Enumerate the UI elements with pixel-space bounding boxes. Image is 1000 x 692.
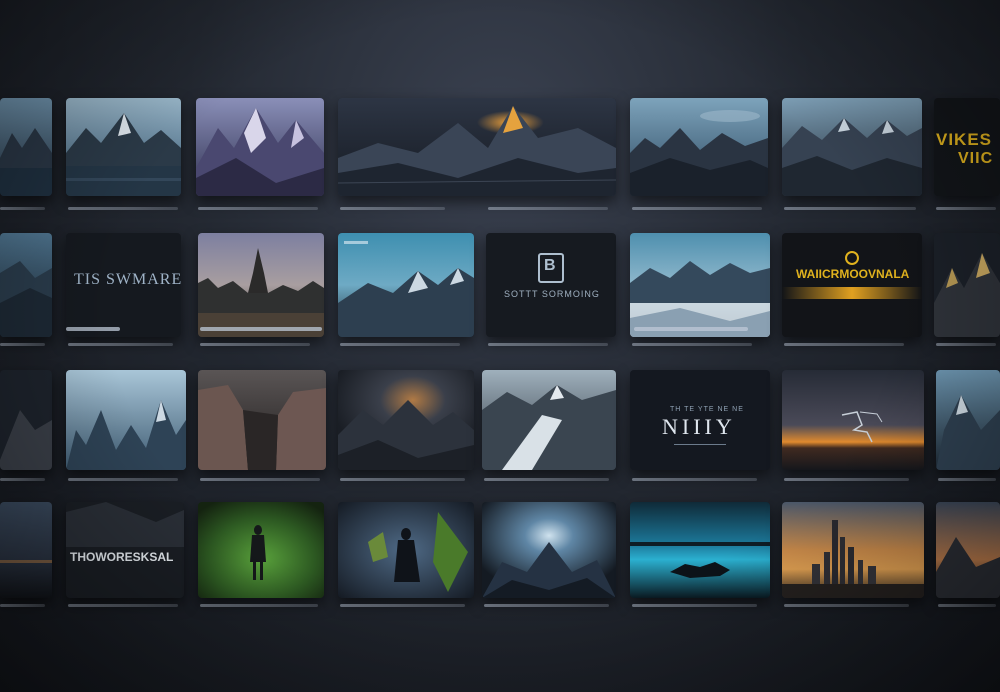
progress-bar xyxy=(66,327,120,331)
thumbnail-yellow-title-card[interactable]: VIKES VIIC xyxy=(934,98,1000,196)
caption-line xyxy=(68,478,178,481)
caption-line xyxy=(632,343,752,346)
thumbnail-misty-mountain-partial[interactable] xyxy=(0,233,52,337)
thumbnail-snowfield-peaks[interactable] xyxy=(630,233,770,337)
thumbnail-sunset-lightning[interactable] xyxy=(782,370,924,470)
thumbnail-forest-dusk[interactable] xyxy=(198,233,324,337)
caption-line xyxy=(200,478,320,481)
thumbnail-wall: VIKES VIIC TIS SWMARE B SOTTT SORMOING W… xyxy=(0,0,1000,692)
thumbnail-night-shore-partial[interactable] xyxy=(0,502,52,598)
thumbnail-amber-peak-partial[interactable] xyxy=(936,502,1000,598)
thumbnail-snowy-valley[interactable] xyxy=(482,370,616,470)
thumbnail-dark-ridges-wide[interactable] xyxy=(338,98,616,196)
thumbnail-rocky-range[interactable] xyxy=(782,98,922,196)
thumbnail-dark-slope-partial[interactable] xyxy=(0,370,52,470)
caption-line xyxy=(340,478,465,481)
yellow-title-text: VIKES xyxy=(936,130,993,149)
yellow-banner-title: WAIICRMOOVNALA xyxy=(796,267,910,281)
title-underline xyxy=(674,444,726,445)
caption-line xyxy=(784,207,916,210)
logo-title-text: TIS SWMARE xyxy=(74,271,181,288)
caption-line xyxy=(0,478,45,481)
caption-line xyxy=(68,207,178,210)
caption-line xyxy=(936,343,996,346)
shadow-title-text: THOWORESKSAL xyxy=(70,550,174,564)
caption-line xyxy=(340,604,465,607)
thumbnail-blue-peak-partial[interactable] xyxy=(936,370,1000,470)
thumbnail-blue-spires[interactable] xyxy=(66,370,186,470)
thumbnail-teal-sky-peaks[interactable] xyxy=(338,233,474,337)
caption-line xyxy=(938,604,996,607)
caption-line xyxy=(484,604,609,607)
progress-bar xyxy=(200,327,322,331)
thumbnail-logo-title-card[interactable]: TIS SWMARE xyxy=(66,233,181,337)
thumbnail-golden-peaks-partial[interactable] xyxy=(934,233,1000,337)
thumbnail-mountain-lake-partial[interactable] xyxy=(0,98,52,196)
yellow-title-text-2: VIIC xyxy=(958,150,994,167)
thumbnail-blue-vortex[interactable] xyxy=(482,502,616,598)
thumbnail-purple-peaks[interactable] xyxy=(196,98,324,196)
gold-horizon-glow xyxy=(782,287,922,299)
niily-title-text: NIIIY xyxy=(662,414,736,439)
progress-bar xyxy=(634,327,748,331)
caption-line xyxy=(784,478,909,481)
caption-line xyxy=(68,604,178,607)
caption-line xyxy=(198,207,318,210)
caption-line xyxy=(488,343,608,346)
caption-line xyxy=(0,207,45,210)
caption-line xyxy=(784,604,909,607)
caption-line xyxy=(0,604,45,607)
thumbnail-cyan-lake-island[interactable] xyxy=(630,502,770,598)
monogram-letter: B xyxy=(544,257,556,274)
thumbnail-monogram-card[interactable]: B SOTTT SORMOING xyxy=(486,233,616,337)
thumbnail-blue-forest-figure[interactable] xyxy=(338,502,474,598)
niily-small-text: TH TE YTE NE NE xyxy=(670,406,744,413)
thumbnail-sunset-city[interactable] xyxy=(782,502,924,598)
thumbnail-canyon-walls[interactable] xyxy=(198,370,326,470)
caption-line xyxy=(484,478,609,481)
caption-line xyxy=(200,343,310,346)
thumbnail-snowy-peak-lake[interactable] xyxy=(66,98,181,196)
thumbnail-shadow-title-card[interactable]: THOWORESKSAL xyxy=(66,502,184,598)
caption-line xyxy=(784,343,904,346)
caption-line xyxy=(340,343,460,346)
caption-line xyxy=(68,343,173,346)
caption-line xyxy=(200,604,318,607)
thumbnail-green-field-figure[interactable] xyxy=(198,502,324,598)
thumbnail-yellow-banner-card[interactable]: WAIICRMOOVNALA xyxy=(782,233,922,337)
caption-line xyxy=(488,207,608,210)
caption-line xyxy=(340,207,445,210)
pin-icon xyxy=(845,251,859,265)
caption-line xyxy=(632,604,757,607)
monogram-caption: SOTTT SORMOING xyxy=(504,289,600,299)
thumbnail-niily-title-card[interactable]: TH TE YTE NE NE NIIIY xyxy=(630,370,770,470)
caption-line xyxy=(938,478,996,481)
caption-line xyxy=(632,207,762,210)
caption-line xyxy=(0,343,45,346)
caption-line xyxy=(936,207,996,210)
thumbnail-stormy-ridge[interactable] xyxy=(338,370,474,470)
thumbnail-blue-dusk-mountains[interactable] xyxy=(630,98,768,196)
caption-line xyxy=(632,478,757,481)
